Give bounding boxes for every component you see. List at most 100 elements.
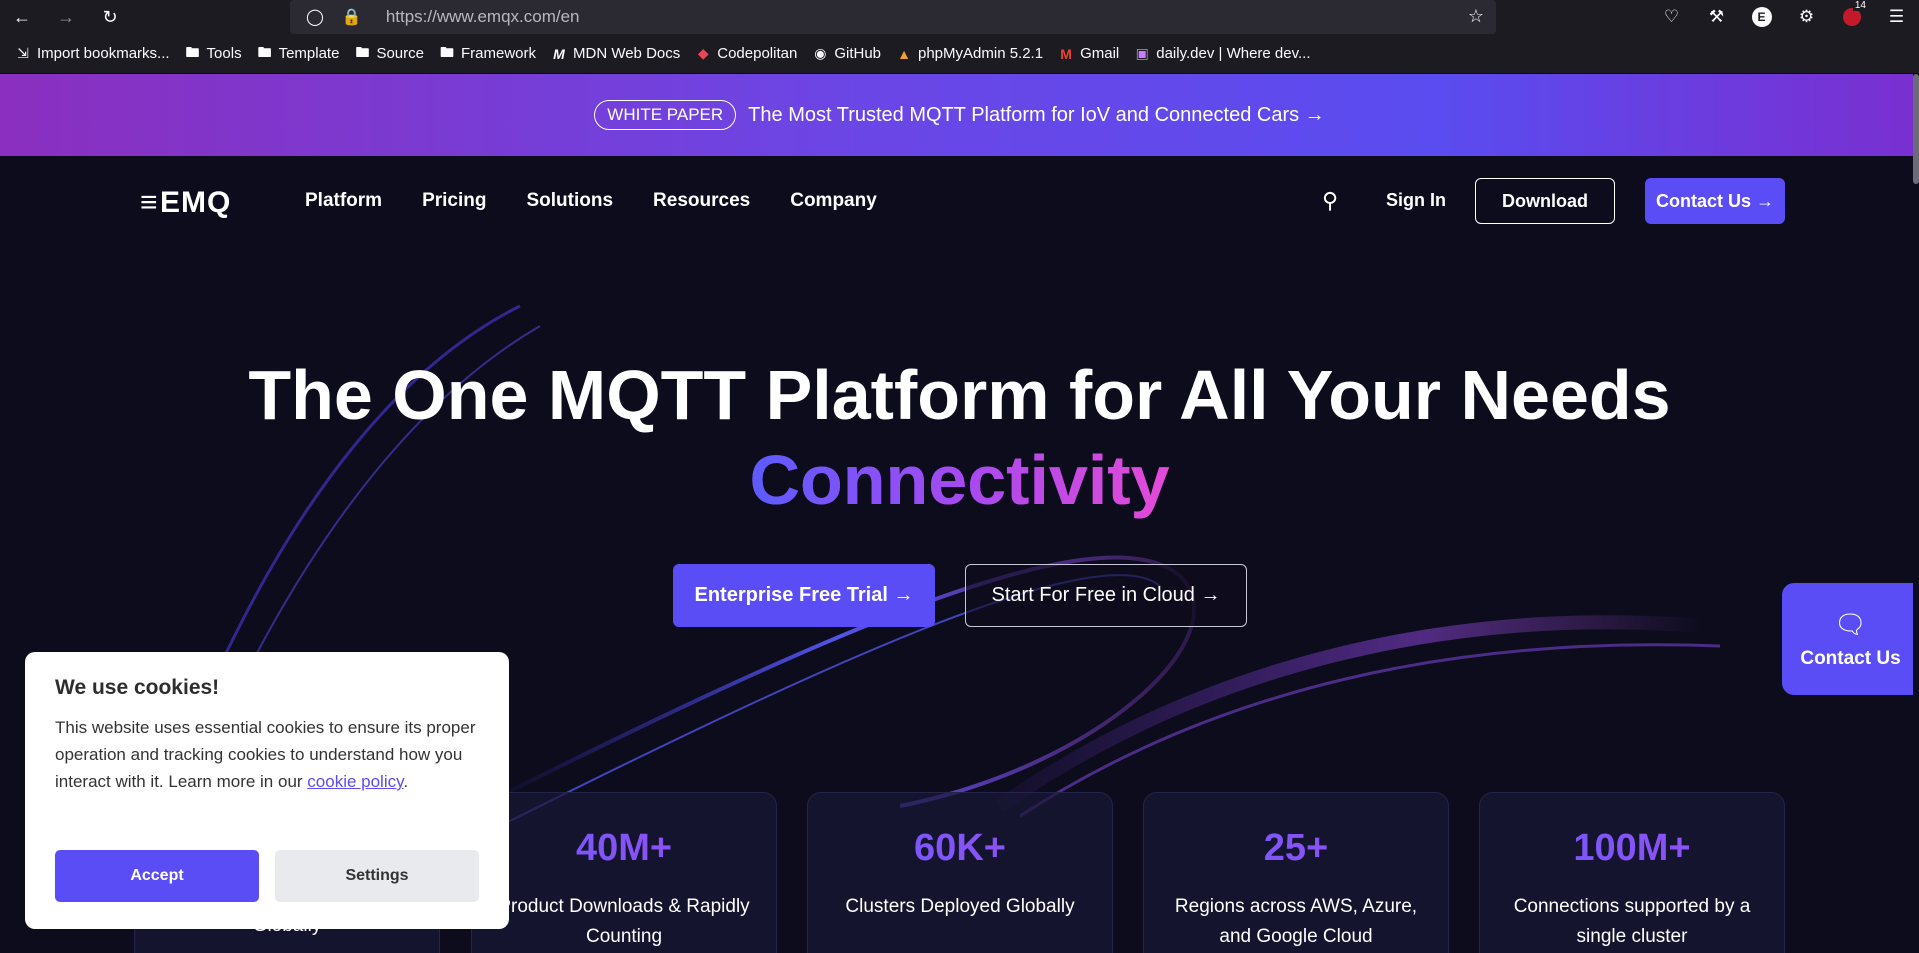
bookmark-dailydev[interactable]: ▣ daily.dev | Where dev... bbox=[1133, 45, 1311, 62]
stat-value: 100M+ bbox=[1480, 827, 1784, 870]
nav-company[interactable]: Company bbox=[790, 190, 877, 212]
stat-value: 40M+ bbox=[472, 827, 776, 870]
bookmark-gmail[interactable]: M Gmail bbox=[1057, 45, 1119, 62]
site-header: ≡EMQ Platform Pricing Solutions Resource… bbox=[0, 156, 1919, 246]
search-icon[interactable]: ⚲ bbox=[1322, 188, 1338, 214]
import-icon: ⇲ bbox=[17, 45, 29, 61]
toolbar-right: ♡ ⚒ E ⚙ 14 ☰ bbox=[1649, 0, 1919, 34]
stat-card: 60K+ Clusters Deployed Globally bbox=[807, 792, 1113, 953]
stat-value: 25+ bbox=[1144, 827, 1448, 870]
menu-icon[interactable]: ☰ bbox=[1874, 0, 1919, 34]
scrollbar-thumb[interactable] bbox=[1913, 74, 1919, 184]
cookie-policy-link[interactable]: cookie policy bbox=[307, 772, 403, 791]
reload-icon[interactable]: ↻ bbox=[88, 0, 132, 34]
stat-card: 40M+ Product Downloads & Rapidly Countin… bbox=[471, 792, 777, 953]
bookmark-label: phpMyAdmin 5.2.1 bbox=[918, 45, 1044, 62]
stat-card: 100M+ Connections supported by a single … bbox=[1479, 792, 1785, 953]
cookie-settings-button[interactable]: Settings bbox=[275, 850, 479, 902]
logo-text: EMQ bbox=[160, 186, 232, 219]
emq-logo[interactable]: ≡EMQ bbox=[140, 186, 231, 220]
bookmark-label: Gmail bbox=[1080, 45, 1120, 62]
cookie-body: This website uses essential cookies to e… bbox=[55, 714, 479, 795]
bookmark-template[interactable]: 🖿 Template bbox=[256, 42, 340, 66]
chat-icon: 🗨 bbox=[1833, 608, 1867, 639]
bookmark-label: Framework bbox=[460, 45, 536, 62]
nav-solutions[interactable]: Solutions bbox=[526, 190, 613, 212]
browser-toolbar: ← → ↻ ◯ 🔒 https://www.emqx.com/en ☆ ♡ ⚒ … bbox=[0, 0, 1919, 34]
cookie-body-end: . bbox=[403, 772, 409, 791]
main-nav: Platform Pricing Solutions Resources Com… bbox=[305, 190, 877, 212]
dailydev-icon: ▣ bbox=[1135, 45, 1149, 61]
bookmark-star-icon[interactable]: ☆ bbox=[1468, 6, 1484, 27]
cookie-buttons: Accept Settings bbox=[55, 850, 479, 902]
hero-title: The One MQTT Platform for All Your Needs bbox=[248, 356, 1671, 434]
bookmark-framework[interactable]: 🖿 Framework bbox=[438, 42, 536, 66]
hero-subtitle-text: Connectivity bbox=[749, 441, 1170, 519]
bookmark-label: Source bbox=[376, 45, 424, 62]
lock-icon[interactable]: 🔒 bbox=[342, 7, 362, 27]
ublock-extension-icon[interactable]: 14 bbox=[1829, 0, 1874, 34]
sign-in-link[interactable]: Sign In bbox=[1386, 190, 1446, 211]
pocket-icon[interactable]: ♡ bbox=[1649, 0, 1694, 34]
codepolitan-icon: ◆ bbox=[697, 45, 709, 61]
bookmark-tools[interactable]: 🖿 Tools bbox=[184, 42, 242, 66]
logo-bars-icon: ≡ bbox=[140, 186, 159, 219]
stat-label: Product Downloads & Rapidly Counting bbox=[498, 896, 750, 947]
bookmark-label: Tools bbox=[206, 45, 242, 62]
profile-avatar[interactable]: E bbox=[1739, 0, 1784, 34]
nav-pricing[interactable]: Pricing bbox=[422, 190, 486, 212]
bookmark-label: GitHub bbox=[834, 45, 881, 62]
bookmark-label: Codepolitan bbox=[717, 45, 798, 62]
download-button[interactable]: Download bbox=[1475, 178, 1615, 224]
bookmarks-bar: ⇲ Import bookmarks... 🖿 Tools 🖿 Template 🖿 S… bbox=[0, 34, 1919, 74]
url-bar[interactable]: ◯ 🔒 https://www.emqx.com/en ☆ bbox=[290, 0, 1496, 34]
github-icon: ◉ bbox=[814, 45, 827, 61]
mdn-icon: M bbox=[553, 45, 565, 62]
bookmark-source[interactable]: 🖿 Source bbox=[353, 42, 424, 66]
extension-badge: 14 bbox=[1852, 0, 1868, 11]
profile-initial: E bbox=[1751, 7, 1772, 27]
shield-icon[interactable]: ◯ bbox=[306, 7, 324, 27]
stat-label: Connections supported by a single cluste… bbox=[1513, 896, 1751, 947]
folder-icon: 🖿 bbox=[185, 43, 200, 60]
nav-platform[interactable]: Platform bbox=[305, 190, 382, 212]
page-scrollbar[interactable] bbox=[1913, 74, 1919, 953]
stat-label: Clusters Deployed Globally bbox=[845, 896, 1075, 917]
bookmark-label: MDN Web Docs bbox=[573, 45, 681, 62]
bookmark-import[interactable]: ⇲ Import bookmarks... bbox=[14, 45, 170, 62]
gmail-icon: M bbox=[1060, 45, 1072, 62]
url-text[interactable]: https://www.emqx.com/en bbox=[386, 7, 580, 27]
promo-text[interactable]: The Most Trusted MQTT Platform for IoV a… bbox=[748, 104, 1325, 127]
contact-us-button[interactable]: Contact Us → bbox=[1645, 178, 1785, 224]
stat-label: Regions across AWS, Azure, and Google Cl… bbox=[1174, 896, 1418, 947]
bookmark-mdn[interactable]: M MDN Web Docs bbox=[550, 45, 680, 62]
start-free-cloud-button[interactable]: Start For Free in Cloud → bbox=[965, 564, 1247, 627]
bookmark-github[interactable]: ◉ GitHub bbox=[811, 45, 881, 62]
promo-banner[interactable]: WHITE PAPER The Most Trusted MQTT Platfo… bbox=[0, 74, 1919, 156]
stat-value: 60K+ bbox=[808, 827, 1112, 870]
folder-icon: 🖿 bbox=[257, 43, 272, 60]
bookmark-label: Template bbox=[278, 45, 340, 62]
bookmark-label: Import bookmarks... bbox=[37, 45, 170, 62]
folder-icon: 🖿 bbox=[439, 43, 454, 60]
wrench-icon[interactable]: ⚒ bbox=[1694, 0, 1739, 34]
bookmark-label: daily.dev | Where dev... bbox=[1156, 45, 1311, 62]
back-icon[interactable]: ← bbox=[0, 0, 44, 34]
forward-icon[interactable]: → bbox=[44, 0, 88, 34]
stat-card: 25+ Regions across AWS, Azure, and Googl… bbox=[1143, 792, 1449, 953]
cookie-body-text: This website uses essential cookies to e… bbox=[55, 718, 476, 791]
extensions-icon[interactable]: ⚙ bbox=[1784, 0, 1829, 34]
cookie-dialog: We use cookies! This website uses essent… bbox=[25, 652, 509, 929]
promo-badge: WHITE PAPER bbox=[594, 100, 737, 130]
floating-contact-button[interactable]: 🗨 Contact Us bbox=[1782, 583, 1919, 695]
bookmark-codepolitan[interactable]: ◆ Codepolitan bbox=[694, 45, 797, 62]
nav-resources[interactable]: Resources bbox=[653, 190, 750, 212]
floating-contact-label: Contact Us bbox=[1800, 647, 1901, 669]
accept-cookies-button[interactable]: Accept bbox=[55, 850, 259, 902]
phpmyadmin-icon: ▲ bbox=[897, 45, 911, 62]
folder-icon: 🖿 bbox=[355, 43, 370, 60]
enterprise-free-trial-button[interactable]: Enterprise Free Trial → bbox=[673, 564, 935, 627]
hero-subtitle: Connectivity bbox=[0, 440, 1919, 520]
cookie-title: We use cookies! bbox=[55, 676, 220, 699]
bookmark-phpmyadmin[interactable]: ▲ phpMyAdmin 5.2.1 bbox=[895, 45, 1043, 62]
